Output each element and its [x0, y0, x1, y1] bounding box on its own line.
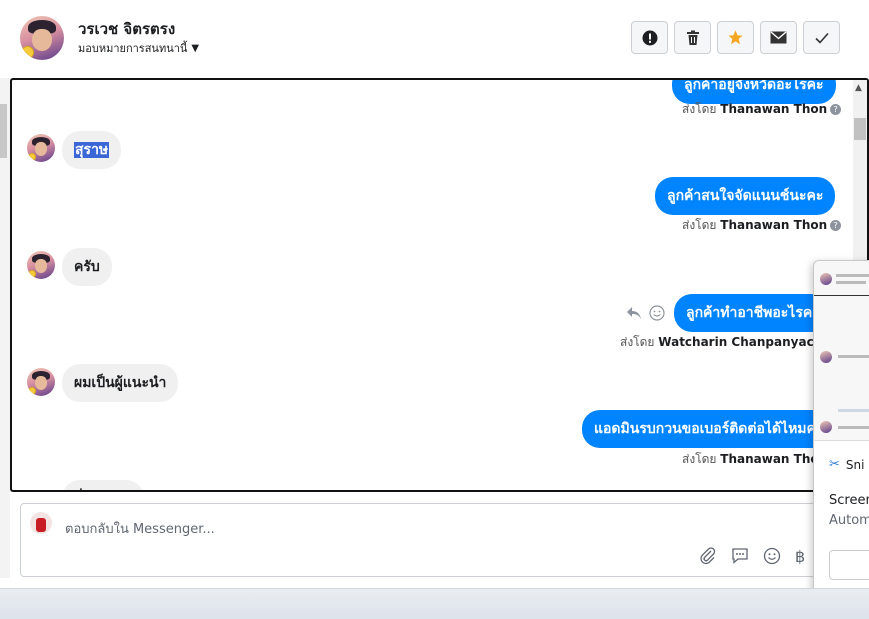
page-avatar — [30, 512, 52, 534]
mark-done-button[interactable] — [803, 21, 840, 54]
sender-line: ส่งโดย Thanawan Thon? — [682, 100, 842, 119]
header-actions — [631, 21, 840, 54]
message-thread[interactable]: ลูกค้าอยู่จังหวัดอะไรคะ ส่งโดย Thanawan … — [10, 78, 869, 492]
snip-action-button[interactable] — [829, 550, 869, 580]
snipping-tool-notification[interactable]: ✂ Sni Screen Autom — [813, 260, 869, 596]
outgoing-message[interactable]: ลูกค้าทำอาชีพอะไรคะ — [674, 294, 832, 332]
sender-name[interactable]: Thanawan Thon — [720, 452, 827, 466]
contact-avatar[interactable] — [20, 16, 64, 60]
left-scroll-thumb[interactable] — [0, 104, 7, 158]
avatar-face — [32, 29, 52, 52]
avatar-face — [34, 376, 48, 391]
avatar-face — [34, 259, 48, 274]
thumbnail-avatar — [820, 421, 832, 433]
outgoing-message[interactable]: แอดมินรบกวนขอเบอร์ติดต่อได้ไหมคะ — [582, 410, 836, 448]
mark-unread-button[interactable] — [760, 21, 797, 54]
incoming-message[interactable]: ชื่อ...ไม่รู้ — [62, 480, 144, 490]
sender-prefix: ส่งโดย — [682, 102, 717, 116]
thumbnail-line — [838, 426, 869, 429]
attachment-icon[interactable] — [699, 547, 717, 570]
caret-down-icon: ▼ — [191, 42, 200, 54]
composer-tools: ฿ — [699, 547, 805, 570]
thumbnail-line — [838, 409, 869, 412]
sender-line: ส่งโดย Thanawan Thon — [682, 450, 827, 469]
envelope-icon — [770, 31, 787, 44]
scissors-icon: ✂ — [829, 457, 840, 472]
spam-button[interactable] — [631, 21, 668, 54]
contact-message-avatar[interactable] — [27, 368, 55, 396]
checkmark-icon — [814, 32, 829, 44]
sender-name[interactable]: Thanawan Thon — [720, 218, 827, 232]
reaction-smiley-icon[interactable] — [649, 305, 665, 325]
trash-icon — [686, 30, 699, 45]
reply-icon[interactable] — [626, 305, 642, 324]
contact-message-avatar[interactable] — [27, 134, 55, 162]
left-scroll-strip — [0, 78, 10, 578]
thumbnail-avatar — [820, 273, 832, 285]
scroll-up-icon[interactable]: ▲ — [855, 83, 862, 93]
snip-title-text: Sni — [845, 457, 865, 472]
scroll-thumb[interactable] — [854, 118, 866, 140]
messenger-inbox-window: วรเวช จิตรตรง มอบหมายการสนทนานี้ ▼ ลูกค้… — [0, 0, 869, 619]
sender-line: ส่งโดย Thanawan Thon? — [682, 216, 842, 235]
assign-label: มอบหมายการสนทนานี้ — [78, 42, 188, 55]
thumbnail-avatar — [820, 351, 832, 363]
delete-button[interactable] — [674, 21, 711, 54]
snipping-tool-title: ✂ Sni — [829, 457, 864, 472]
emoji-icon[interactable] — [763, 547, 781, 570]
star-icon — [728, 30, 743, 45]
contact-name[interactable]: วรเวช จิตรตรง — [78, 17, 175, 41]
snip-message-line1: Screen — [829, 493, 869, 508]
avatar-emoji-sticker — [27, 270, 36, 279]
incoming-message[interactable]: ผมเป็นผู้แนะนำ — [62, 364, 179, 402]
selected-text: สุราษ — [74, 142, 110, 158]
sender-name[interactable]: Watcharin Chanpanyachon — [658, 335, 839, 349]
thumbnail-line — [836, 281, 866, 284]
reply-composer[interactable]: ตอบกลับใน Messenger... ฿ — [20, 503, 860, 577]
incoming-message[interactable]: ครับ — [62, 248, 112, 286]
saved-replies-icon[interactable] — [731, 547, 749, 570]
taskbar-strip — [0, 588, 869, 619]
payment-baht-icon[interactable]: ฿ — [795, 547, 805, 570]
outgoing-message[interactable]: ลูกค้าสนใจจัดแนนช์นะคะ — [655, 177, 836, 215]
reply-input[interactable]: ตอบกลับใน Messenger... — [65, 518, 215, 539]
thumbnail-line — [838, 355, 869, 358]
incoming-message[interactable]: สุราษ — [62, 131, 122, 169]
sender-line: ส่งโดย Watcharin Chanpanyachon — [620, 333, 839, 352]
avatar-emoji-sticker — [20, 45, 35, 60]
info-icon[interactable]: ? — [830, 220, 842, 231]
screenshot-thumbnail[interactable] — [814, 261, 869, 441]
avatar-emoji-sticker — [27, 387, 36, 396]
sender-prefix: ส่งโดย — [682, 218, 717, 232]
star-button[interactable] — [717, 21, 754, 54]
info-icon[interactable]: ? — [830, 104, 842, 115]
thumbnail-line — [836, 274, 869, 277]
sender-name[interactable]: Thanawan Thon — [720, 102, 827, 116]
thumbnail-divider — [814, 295, 869, 296]
avatar-face — [34, 142, 48, 157]
sender-prefix: ส่งโดย — [682, 452, 717, 466]
contact-message-avatar[interactable] — [27, 251, 55, 279]
avatar-emoji-sticker — [27, 153, 36, 162]
sender-prefix: ส่งโดย — [620, 335, 655, 349]
assign-conversation-dropdown[interactable]: มอบหมายการสนทนานี้ ▼ — [78, 39, 199, 57]
conversation-header: วรเวช จิตรตรง มอบหมายการสนทนานี้ ▼ — [0, 0, 869, 78]
exclamation-icon — [642, 30, 657, 45]
snip-message-line2: Autom — [829, 513, 869, 528]
